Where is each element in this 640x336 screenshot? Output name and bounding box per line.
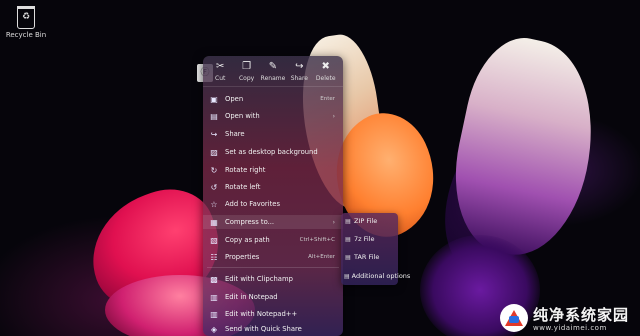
open-icon: ▣ bbox=[210, 94, 218, 104]
options-icon: ▤ bbox=[344, 272, 350, 280]
menu-item-label: Send with Quick Share bbox=[225, 325, 302, 333]
notepad-icon: ▥ bbox=[210, 292, 218, 302]
menu-item-copy-path[interactable]: ▧ Copy as path Ctrl+Shift+C bbox=[203, 233, 343, 247]
submenu-item-label: Additional options bbox=[351, 272, 411, 280]
menu-item-label: Edit in Notepad bbox=[225, 293, 278, 301]
menu-divider bbox=[207, 267, 339, 268]
submenu-item-label: ZIP File bbox=[354, 217, 378, 225]
tar-icon: ▤ bbox=[345, 253, 351, 261]
menu-item-open[interactable]: ▣ Open Enter bbox=[203, 92, 343, 106]
submenu-item-additional-options[interactable]: ▤ Additional options bbox=[341, 269, 410, 283]
menu-item-label: Edit with Clipchamp bbox=[225, 275, 293, 283]
compress-submenu: ▤ ZIP File ▤ 7z File ▤ TAR File ▤ Additi… bbox=[341, 213, 410, 285]
menu-item-compress[interactable]: ▦ Compress to... › bbox=[203, 215, 343, 229]
share-label: Share bbox=[290, 75, 309, 82]
submenu-item-tar[interactable]: ▤ TAR File bbox=[341, 250, 398, 264]
copy-button[interactable]: ❐ Copy bbox=[235, 61, 259, 82]
recycle-bin-label: Recycle Bin bbox=[5, 31, 47, 39]
menu-item-label: Rotate left bbox=[225, 183, 261, 191]
menu-item-share[interactable]: ↪ Share bbox=[203, 127, 343, 141]
open-with-icon: ▤ bbox=[210, 111, 218, 121]
copy-label: Copy bbox=[238, 75, 255, 82]
menu-item-label: Open with bbox=[225, 112, 260, 120]
site-watermark: 纯净系统家园 www.yidaimei.com bbox=[500, 304, 629, 332]
menu-item-edit-clipchamp[interactable]: ▩ Edit with Clipchamp bbox=[203, 272, 343, 286]
menu-item-add-favorites[interactable]: ☆ Add to Favorites bbox=[203, 197, 343, 211]
zip-icon: ▤ bbox=[345, 217, 351, 225]
delete-label: Delete bbox=[315, 75, 336, 82]
menu-item-edit-notepadpp[interactable]: ▥ Edit with Notepad++ bbox=[203, 307, 343, 321]
copy-path-icon: ▧ bbox=[210, 235, 218, 245]
submenu-item-7z[interactable]: ▤ 7z File bbox=[341, 232, 398, 246]
shortcut-hint: Alt+Enter bbox=[308, 254, 335, 260]
rename-button[interactable]: ✎ Rename bbox=[260, 61, 286, 82]
menu-item-rotate-right[interactable]: ↻ Rotate right bbox=[203, 163, 343, 177]
delete-icon: ✖ bbox=[321, 61, 330, 72]
menu-item-label: Set as desktop background bbox=[225, 148, 318, 156]
menu-item-label: Rotate right bbox=[225, 166, 266, 174]
7z-icon: ▤ bbox=[345, 235, 351, 243]
copy-icon: ❐ bbox=[242, 61, 252, 72]
menu-item-open-with[interactable]: ▤ Open with › bbox=[203, 109, 343, 123]
menu-item-label: Open bbox=[225, 95, 244, 103]
shortcut-hint: Enter bbox=[320, 96, 335, 102]
menu-item-label: Add to Favorites bbox=[225, 200, 281, 208]
delete-button[interactable]: ✖ Delete bbox=[314, 61, 338, 82]
quick-actions-bar: ✂ Cut ❐ Copy ✎ Rename ↪ Share ✖ Delete bbox=[203, 56, 343, 87]
quick-share-icon: ◈ bbox=[210, 324, 218, 334]
rename-label: Rename bbox=[260, 75, 286, 82]
shortcut-hint: Ctrl+Shift+C bbox=[299, 237, 335, 243]
recycle-bin-shortcut[interactable]: ♻ Recycle Bin bbox=[4, 6, 48, 39]
menu-item-edit-notepad[interactable]: ▥ Edit in Notepad bbox=[203, 290, 343, 304]
star-icon: ☆ bbox=[210, 199, 218, 209]
clipchamp-icon: ▩ bbox=[210, 274, 218, 284]
menu-item-properties[interactable]: ☷ Properties Alt+Enter bbox=[203, 250, 343, 264]
watermark-logo bbox=[500, 304, 528, 332]
menu-item-label: Copy as path bbox=[225, 236, 270, 244]
submenu-item-label: 7z File bbox=[354, 235, 375, 243]
properties-icon: ☷ bbox=[210, 252, 218, 262]
watermark-url: www.yidaimei.com bbox=[533, 324, 607, 332]
share-icon: ↪ bbox=[210, 129, 218, 139]
recycle-bin-icon: ♻ bbox=[17, 6, 35, 29]
notepadpp-icon: ▥ bbox=[210, 309, 218, 319]
menu-item-quick-share[interactable]: ◈ Send with Quick Share bbox=[203, 322, 343, 336]
context-menu: ✂ Cut ❐ Copy ✎ Rename ↪ Share ✖ Delete ▣… bbox=[203, 56, 343, 336]
rotate-left-icon: ↺ bbox=[210, 182, 218, 192]
submenu-item-label: TAR File bbox=[354, 253, 380, 261]
rename-icon: ✎ bbox=[268, 61, 278, 72]
share-icon: ↪ bbox=[295, 61, 304, 72]
watermark-title: 纯净系统家园 bbox=[533, 306, 630, 324]
menu-item-label: Edit with Notepad++ bbox=[225, 310, 298, 318]
menu-item-label: Share bbox=[225, 130, 245, 138]
menu-item-label: Compress to... bbox=[225, 218, 275, 226]
menu-item-set-background[interactable]: ▨ Set as desktop background bbox=[203, 145, 343, 159]
share-quick-button[interactable]: ↪ Share bbox=[287, 61, 311, 82]
compress-icon: ▦ bbox=[210, 217, 218, 227]
menu-item-rotate-left[interactable]: ↺ Rotate left bbox=[203, 180, 343, 194]
chevron-right-icon: › bbox=[332, 112, 335, 120]
cut-button[interactable]: ✂ Cut bbox=[208, 61, 232, 82]
menu-item-label: Properties bbox=[225, 253, 260, 261]
wallpaper-icon: ▨ bbox=[210, 147, 218, 157]
rotate-right-icon: ↻ bbox=[210, 165, 218, 175]
chevron-right-icon: › bbox=[332, 218, 335, 226]
submenu-item-zip[interactable]: ▤ ZIP File bbox=[341, 214, 398, 228]
cut-label: Cut bbox=[215, 75, 226, 82]
cut-icon: ✂ bbox=[215, 61, 225, 72]
